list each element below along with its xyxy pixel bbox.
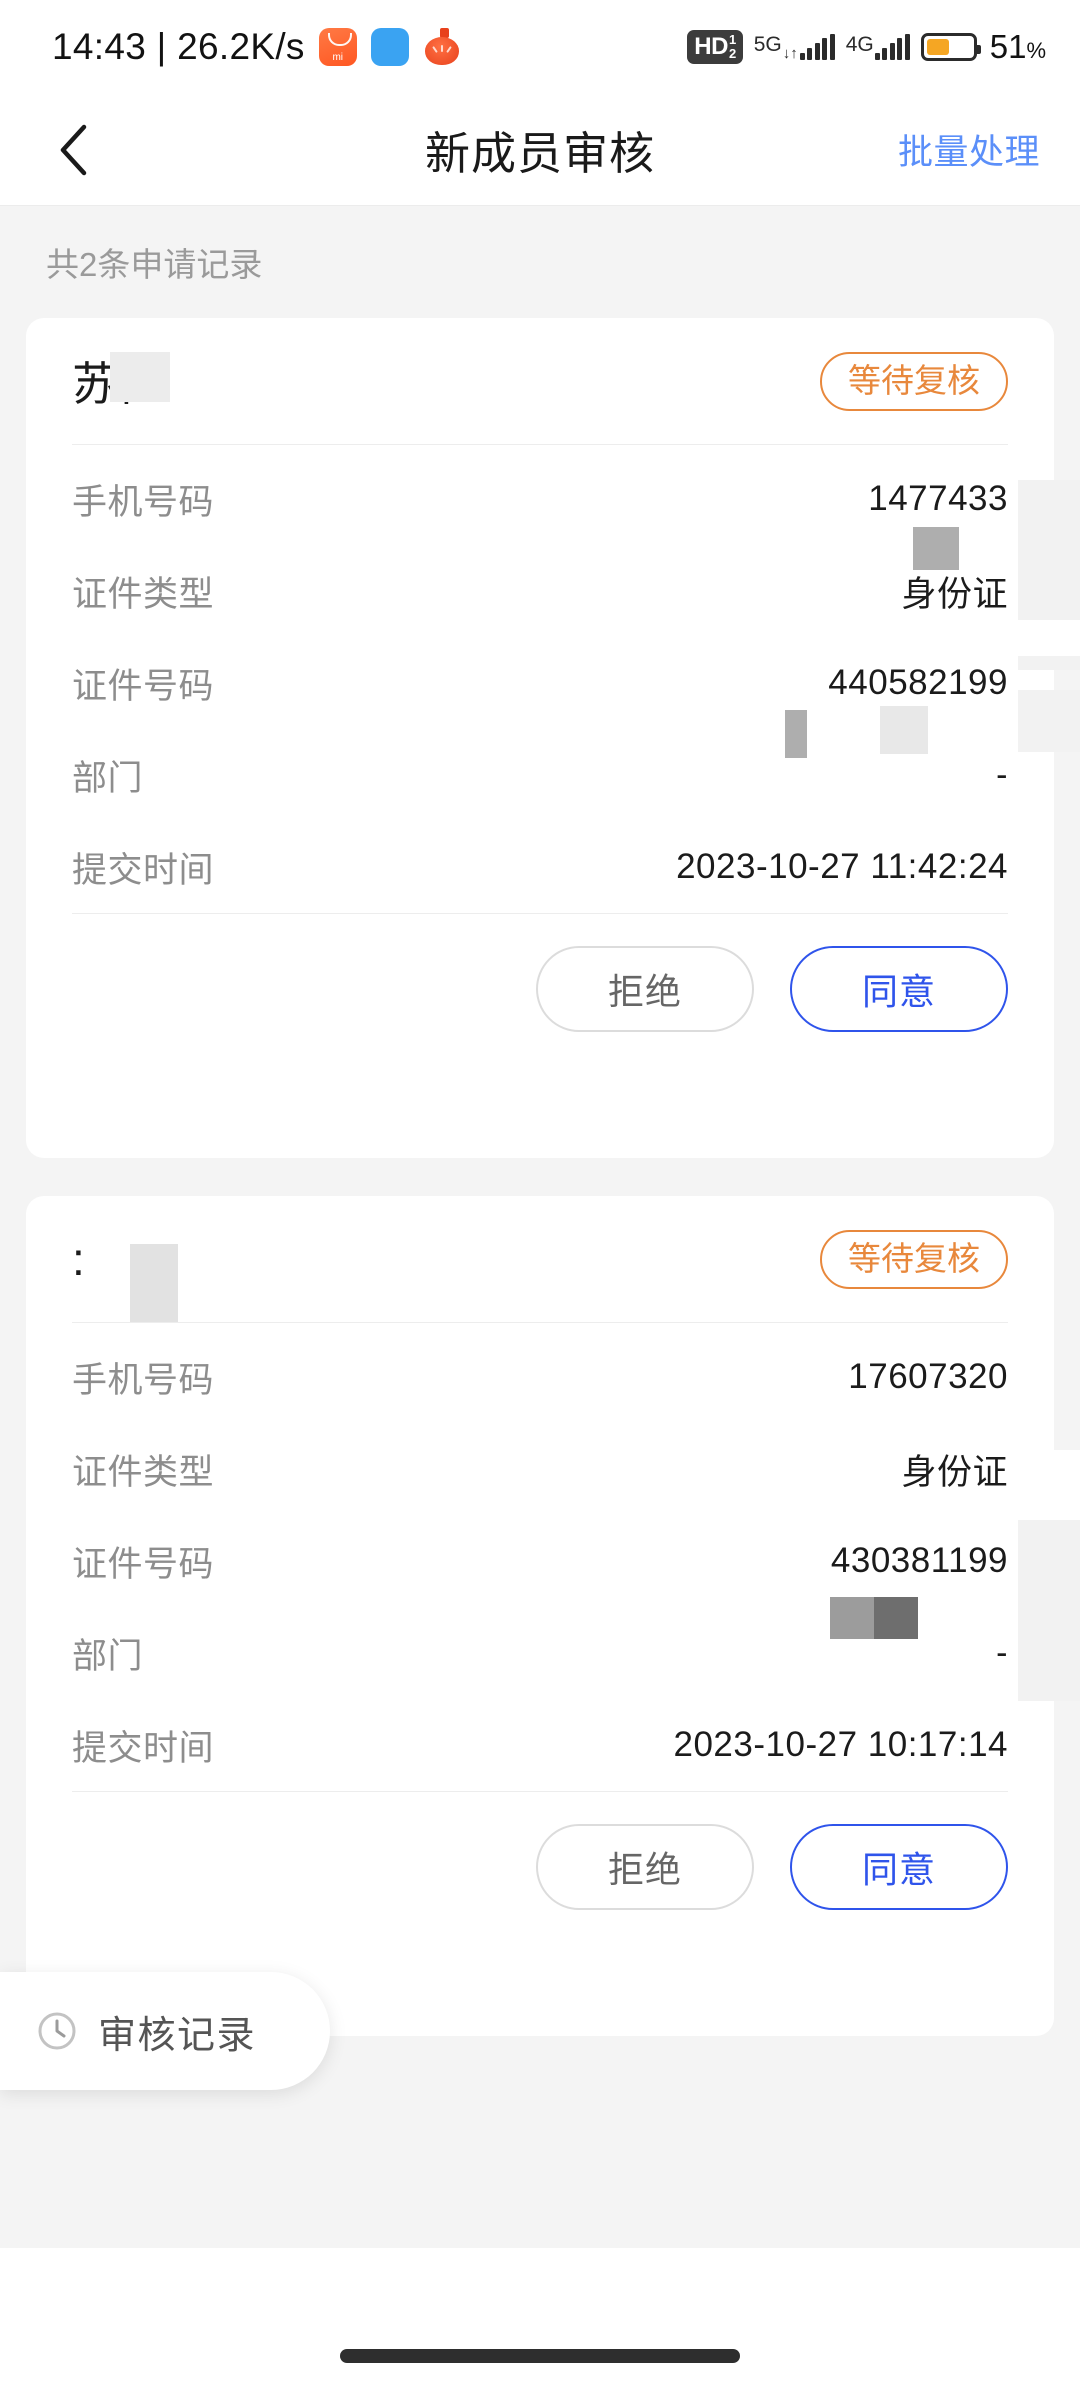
reject-button[interactable]: 拒绝 xyxy=(536,945,754,1032)
row-value: 2023-10-27 10:17:14 xyxy=(673,1725,1008,1764)
reject-button[interactable]: 拒绝 xyxy=(536,1823,754,1910)
card-actions: 拒绝 同意 xyxy=(72,1791,1008,1941)
row-value: - xyxy=(996,755,1008,794)
volte-hd-icon: HD 1 2 xyxy=(687,29,743,65)
card-details: 手机号码 1477433 证件类型 身份证 证件号码 440582199 部门 … xyxy=(72,445,1008,913)
detail-row-phone: 手机号码 17607320 xyxy=(72,1331,1008,1423)
application-card[interactable]: : 等待复核 手机号码 17607320 证件类型 身份证 证件号码 43038… xyxy=(26,1196,1054,2036)
row-value: 17607320 xyxy=(848,1357,1008,1396)
records-summary: 共2条申请记录 xyxy=(0,206,1080,318)
clock-icon xyxy=(38,2012,76,2050)
applicant-name: : xyxy=(72,1233,86,1285)
battery-icon xyxy=(920,33,981,61)
row-label: 提交时间 xyxy=(72,850,215,890)
card-actions: 拒绝 同意 xyxy=(72,913,1008,1063)
agree-button[interactable]: 同意 xyxy=(790,1823,1008,1910)
detail-row-id-number: 证件号码 440582199 xyxy=(72,637,1008,729)
blue-wallet-icon xyxy=(370,28,409,66)
home-indicator[interactable] xyxy=(340,2349,740,2363)
card-details: 手机号码 17607320 证件类型 身份证 证件号码 430381199 部门… xyxy=(72,1323,1008,1791)
detail-row-phone: 手机号码 1477433 xyxy=(72,453,1008,545)
detail-row-id-type: 证件类型 身份证 xyxy=(72,545,1008,637)
row-label: 提交时间 xyxy=(72,1728,215,1768)
status-bar-right: HD 1 2 5G ↓↑ 4G 51% xyxy=(687,28,1046,66)
card-header: : 等待复核 xyxy=(72,1196,1008,1322)
audit-records-button[interactable]: 审核记录 xyxy=(0,1972,330,2090)
detail-row-id-number: 证件号码 430381199 xyxy=(72,1515,1008,1607)
phone-screen: 14:43 | 26.2K/s HD 1 2 xyxy=(0,0,1080,2400)
row-label: 部门 xyxy=(72,1636,144,1676)
row-value: - xyxy=(996,1633,1008,1672)
bottom-area xyxy=(0,2248,1080,2400)
status-badge: 等待复核 xyxy=(820,1229,1008,1289)
xiaomi-store-icon xyxy=(318,28,357,66)
status-bar: 14:43 | 26.2K/s HD 1 2 xyxy=(0,0,1080,94)
detail-row-submit-time: 提交时间 2023-10-27 10:17:14 xyxy=(72,1699,1008,1791)
row-value: 2023-10-27 11:42:24 xyxy=(676,847,1008,886)
signal-4g-icon: 4G xyxy=(846,34,910,60)
row-label: 证件类型 xyxy=(72,574,215,614)
card-header: 苏阝 等待复核 xyxy=(72,318,1008,444)
row-label: 手机号码 xyxy=(72,482,215,522)
status-clock-and-netspeed: 14:43 | 26.2K/s xyxy=(52,26,305,67)
application-card[interactable]: 苏阝 等待复核 手机号码 1477433 证件类型 身份证 证件号码 44058… xyxy=(26,318,1054,1158)
row-label: 证件类型 xyxy=(72,1452,215,1492)
row-value: 1477433 xyxy=(868,479,1008,518)
row-value: 440582199 xyxy=(828,663,1008,702)
row-value: 430381199 xyxy=(830,1541,1008,1580)
applicant-name: 苏阝 xyxy=(72,358,166,410)
row-value: 身份证 xyxy=(901,1452,1008,1492)
detail-row-department: 部门 - xyxy=(72,1607,1008,1699)
status-bar-left: 14:43 | 26.2K/s xyxy=(52,26,461,68)
detail-row-submit-time: 提交时间 2023-10-27 11:42:24 xyxy=(72,821,1008,913)
data-arrows-icon: ↓↑ xyxy=(782,45,798,62)
status-app-icons xyxy=(318,28,461,66)
app-header: 新成员审核 批量处理 xyxy=(0,94,1080,206)
audit-records-label: 审核记录 xyxy=(98,2014,257,2057)
battery-percent-label: 51% xyxy=(989,28,1046,65)
signal-5g-icon: 5G ↓↑ xyxy=(754,34,835,62)
tomato-icon xyxy=(423,28,461,66)
row-label: 证件号码 xyxy=(72,666,215,706)
row-label: 部门 xyxy=(72,758,144,798)
batch-process-button[interactable]: 批量处理 xyxy=(898,124,1040,175)
detail-row-department: 部门 - xyxy=(72,729,1008,821)
row-value: 身份证 xyxy=(901,574,1008,614)
status-badge: 等待复核 xyxy=(820,351,1008,411)
row-label: 手机号码 xyxy=(72,1360,215,1400)
agree-button[interactable]: 同意 xyxy=(790,945,1008,1032)
row-label: 证件号码 xyxy=(72,1544,215,1584)
detail-row-id-type: 证件类型 身份证 xyxy=(72,1423,1008,1515)
